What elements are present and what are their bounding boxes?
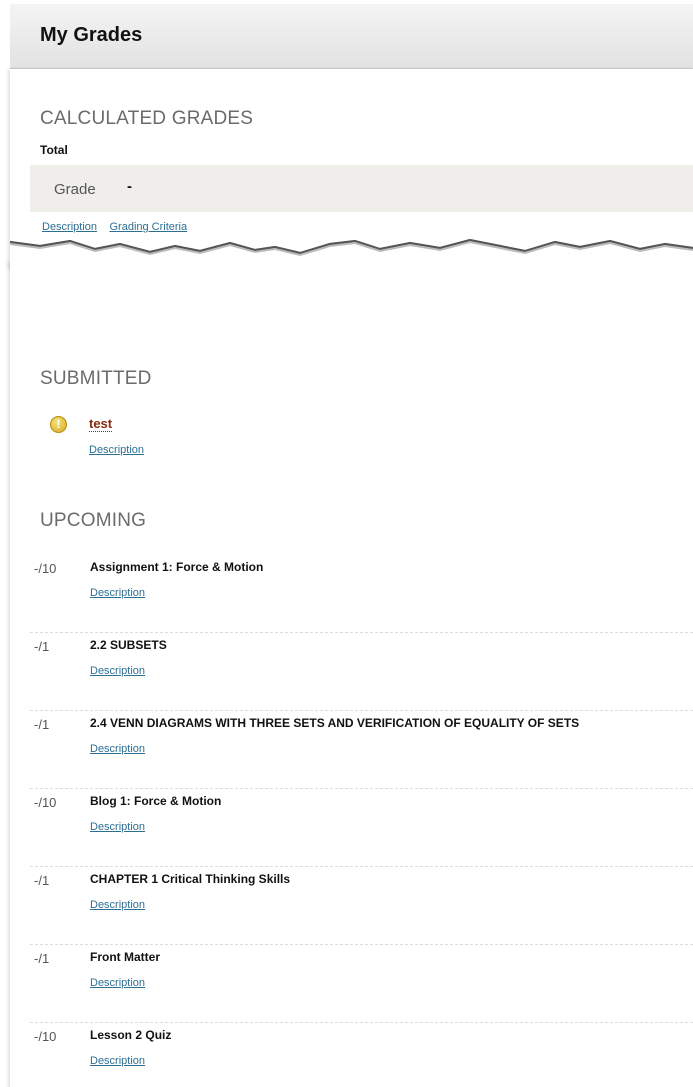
item-description-link[interactable]: Description — [90, 1055, 145, 1067]
upcoming-item: -/1 2.2 SUBSETS Description — [30, 633, 693, 711]
page-header: My Grades — [10, 4, 693, 69]
submitted-heading: SUBMITTED — [40, 368, 152, 389]
item-score: -/10 — [34, 795, 57, 810]
page-title: My Grades — [40, 24, 143, 46]
grade-value: - — [127, 178, 132, 195]
item-description-link[interactable]: Description — [90, 977, 145, 989]
item-description-link[interactable]: Description — [90, 899, 145, 911]
upcoming-item: -/1 2.4 VENN DIAGRAMS WITH THREE SETS AN… — [30, 711, 693, 789]
item-description-link[interactable]: Description — [90, 743, 145, 755]
upcoming-list: -/10 Assignment 1: Force & Motion Descri… — [30, 555, 693, 1087]
upcoming-item: -/1 Front Matter Description — [30, 945, 693, 1023]
item-title: Blog 1: Force & Motion — [90, 794, 222, 808]
total-label: Total — [40, 143, 68, 157]
item-title: Front Matter — [90, 950, 160, 964]
item-title: Lesson 2 Quiz — [90, 1028, 172, 1042]
torn-paper-divider — [9, 238, 693, 282]
upcoming-item: -/10 Lesson 2 Quiz Description — [30, 1023, 693, 1087]
upcoming-item: -/10 Assignment 1: Force & Motion Descri… — [30, 555, 693, 633]
grade-box: Grade - — [30, 165, 693, 212]
item-description-link[interactable]: Description — [90, 587, 145, 599]
item-score: -/10 — [34, 1029, 57, 1044]
item-score: -/1 — [34, 717, 50, 732]
upcoming-item: -/10 Blog 1: Force & Motion Description — [30, 789, 693, 867]
upcoming-item: -/1 CHAPTER 1 Critical Thinking Skills D… — [30, 867, 693, 945]
item-score: -/10 — [34, 561, 57, 576]
item-score: -/1 — [34, 639, 50, 654]
submitted-description-link[interactable]: Description — [89, 444, 144, 456]
grade-label: Grade — [54, 181, 96, 198]
item-title: CHAPTER 1 Critical Thinking Skills — [90, 872, 291, 886]
item-title: 2.2 SUBSETS — [90, 638, 167, 652]
calculated-grades-heading: CALCULATED GRADES — [40, 108, 254, 129]
item-title: Assignment 1: Force & Motion — [90, 560, 264, 574]
upcoming-heading: UPCOMING — [40, 510, 147, 531]
item-score: -/1 — [34, 951, 50, 966]
item-description-link[interactable]: Description — [90, 665, 145, 677]
item-title: 2.4 VENN DIAGRAMS WITH THREE SETS AND VE… — [90, 716, 580, 730]
item-score: -/1 — [34, 873, 50, 888]
submitted-item-title[interactable]: test — [89, 416, 113, 432]
item-description-link[interactable]: Description — [90, 821, 145, 833]
warning-icon: ! — [50, 416, 67, 433]
